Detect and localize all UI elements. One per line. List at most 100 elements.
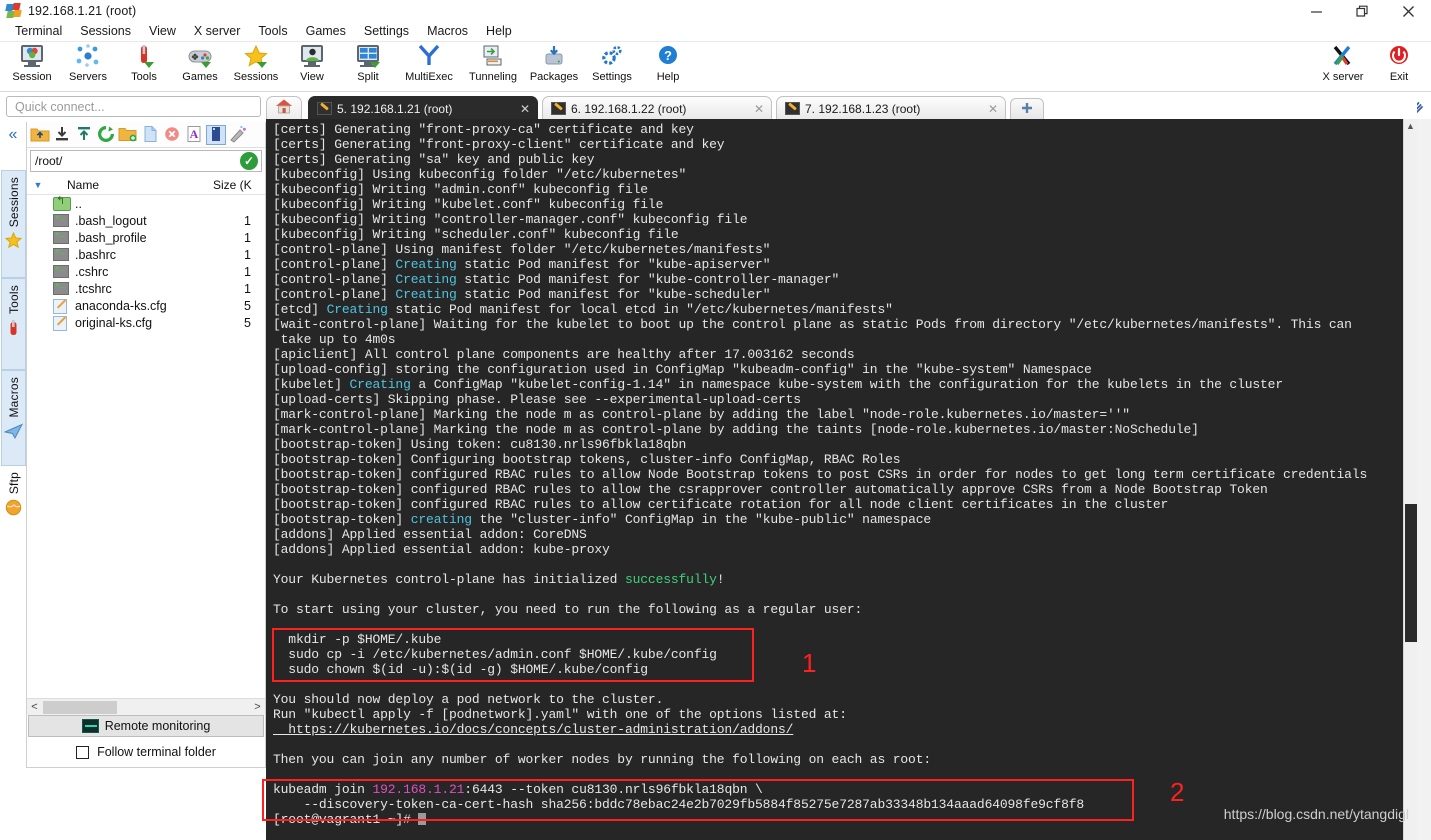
check-circle-icon[interactable]: ✓ [240,152,258,170]
download-icon[interactable] [52,125,72,145]
menu-macros[interactable]: Macros [418,22,477,41]
chevron-double-left-icon[interactable]: « [4,126,22,144]
quick-connect-input[interactable]: Quick connect... [6,96,261,117]
tab-label: 7. 192.168.1.23 (root) [805,101,921,116]
vtab-sftp[interactable]: Sftp [1,470,26,524]
toolbar-tunneling-button[interactable]: Tunneling [462,42,524,90]
tunneling-icon [479,44,507,70]
toolbar-games-button[interactable]: Games [172,42,228,90]
vtab-tools[interactable]: Tools [1,278,26,370]
terminal-line: take up to 4m0s [273,332,396,347]
exit-power-icon [1385,44,1413,70]
menu-help[interactable]: Help [477,22,521,41]
vtab-sessions[interactable]: Sessions [1,170,26,278]
tab-session-7[interactable]: 7. 192.168.1.23 (root) ✕ [776,96,1006,120]
file-name: .bash_profile [75,230,147,245]
list-item[interactable]: .bash_logout 1 [27,212,265,229]
toolbar-settings-button[interactable]: Settings [584,42,640,90]
text-mode-icon[interactable]: A [184,125,204,145]
menu-xserver[interactable]: X server [185,22,250,41]
toolbar-tools-button[interactable]: Tools [116,42,172,90]
terminal-line: sudo cp -i /etc/kubernetes/admin.conf $H… [273,647,717,662]
column-size[interactable]: Size (K [213,178,265,192]
menu-settings[interactable]: Settings [355,22,418,41]
menu-tools[interactable]: Tools [249,22,296,41]
terminal-output[interactable]: [certs] Generating "front-proxy-ca" cert… [266,119,1417,840]
close-button[interactable] [1385,0,1431,22]
vtab-macros[interactable]: Macros [1,370,26,466]
remote-monitoring-button[interactable]: Remote monitoring [28,715,264,737]
follow-terminal-folder-checkbox[interactable] [76,745,90,759]
restore-button[interactable] [1339,0,1385,22]
left-vertical-strip: « Sessions Tools Macros Sftp [0,122,26,822]
scroll-left-icon[interactable]: < [27,701,42,713]
minimize-button[interactable] [1293,0,1339,22]
up-folder-icon[interactable] [30,125,50,145]
close-icon[interactable]: ✕ [754,102,764,116]
new-tab-button[interactable] [1010,98,1044,120]
sort-descending-icon[interactable]: ▼ [27,180,49,190]
permissions-icon[interactable] [228,125,248,145]
toolbar-view-button[interactable]: View [284,42,340,90]
scrollbar-thumb[interactable] [43,701,117,714]
close-icon[interactable]: ✕ [520,102,530,116]
list-item[interactable]: original-ks.cfg 5 [27,314,265,331]
list-item[interactable]: .. [27,194,265,212]
terminal-cursor [418,813,427,825]
upload-icon[interactable] [74,125,94,145]
terminal-line: You should now deploy a pod network to t… [273,692,664,707]
sftp-path-bar[interactable]: /root/ ✓ [30,150,262,172]
session-icon [18,44,46,70]
home-tab[interactable] [266,96,302,120]
toolbar-split-button[interactable]: Split [340,42,396,90]
toolbar-packages-button[interactable]: Packages [524,42,584,90]
scroll-right-icon[interactable]: > [250,701,265,713]
toolbar-servers-button[interactable]: Servers [60,42,116,90]
toolbar-xserver-button[interactable]: X server [1315,42,1371,90]
menu-view[interactable]: View [140,22,185,41]
close-icon[interactable]: ✕ [988,102,998,116]
terminal-line: [control-plane] Creating static Pod mani… [273,257,771,272]
terminal-line: [mark-control-plane] Marking the node m … [273,422,1199,437]
svg-text:A: A [190,127,199,141]
scroll-up-icon[interactable]: ▲ [1406,121,1415,131]
mobaxterm-icon [5,3,22,19]
tab-session-6[interactable]: 6. 192.168.1.22 (root) ✕ [542,96,772,120]
toolbar-help-button[interactable]: ? Help [640,42,696,90]
toolbar-view-label: View [300,71,324,83]
list-item[interactable]: .bash_profile 1 [27,229,265,246]
menu-sessions[interactable]: Sessions [71,22,140,41]
scrollbar-thumb[interactable] [1405,504,1417,642]
refresh-icon[interactable] [96,125,116,145]
menu-terminal[interactable]: Terminal [6,22,71,41]
new-folder-icon[interactable] [118,125,138,145]
star-icon [4,232,23,252]
binary-mode-icon[interactable] [206,124,226,145]
column-name[interactable]: Name [49,178,213,192]
terminal-line: [certs] Generating "front-proxy-client" … [273,137,725,152]
vtab-macros-label: Macros [6,377,21,418]
toolbar-exit-button[interactable]: Exit [1371,42,1427,90]
list-item[interactable]: .bashrc 1 [27,246,265,263]
terminal-scrollbar[interactable]: ▲ [1403,119,1417,840]
delete-icon[interactable] [162,125,182,145]
tab-session-5[interactable]: 5. 192.168.1.21 (root) ✕ [308,96,538,120]
multiexec-icon [415,44,443,70]
toolbar-session-button[interactable]: Session [4,42,60,90]
sessions-star-icon [242,44,270,70]
list-item[interactable]: .cshrc 1 [27,263,265,280]
toolbar-sessions-button[interactable]: Sessions [228,42,284,90]
follow-terminal-folder-row[interactable]: Follow terminal folder [28,741,264,763]
sftp-horizontal-scrollbar[interactable]: < > [27,698,265,715]
toolbar-multiexec-button[interactable]: MultiExec [396,42,462,90]
terminal-line: sudo chown $(id -u):$(id -g) $HOME/.kube… [273,662,648,677]
terminal-line: [control-plane] Creating static Pod mani… [273,287,771,302]
new-file-icon[interactable] [140,125,160,145]
menu-games[interactable]: Games [297,22,355,41]
list-item[interactable]: anaconda-ks.cfg 5 [27,297,265,314]
list-item[interactable]: .tcshrc 1 [27,280,265,297]
terminal-line: [bootstrap-token] configured RBAC rules … [273,467,1368,482]
